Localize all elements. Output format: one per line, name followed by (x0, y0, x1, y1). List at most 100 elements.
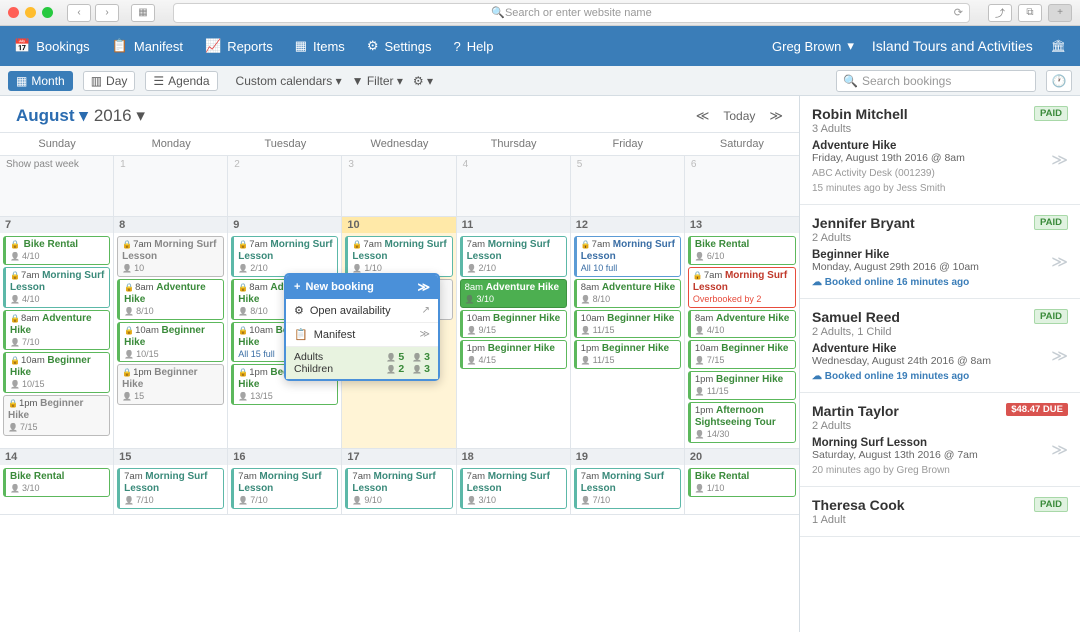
event[interactable]: 🔒7am Morning Surf Lesson2/10 (231, 236, 338, 277)
event[interactable]: 10am Beginner Hike9/15 (460, 310, 567, 339)
event[interactable]: Bike Rental6/10 (688, 236, 796, 265)
event[interactable]: 🔒10am Beginner Hike10/15 (117, 322, 224, 363)
calendar-cell[interactable]: 197am Morning Surf Lesson7/10 (571, 449, 685, 514)
share-button[interactable]: ⤴ (988, 4, 1012, 22)
day-number: 16 (228, 449, 341, 465)
booking-card[interactable]: Theresa Cook1 AdultPAID (800, 487, 1080, 537)
event[interactable]: 8am Adventure Hike8/10 (574, 279, 681, 308)
nav-bookings[interactable]: 📅Bookings (14, 38, 90, 54)
event[interactable]: 🔒7am Morning Surf LessonAll 10 full (574, 236, 681, 277)
new-tab-button[interactable]: + (1048, 4, 1072, 22)
event[interactable]: 🔒7am Morning Surf Lesson10 (117, 236, 224, 277)
event[interactable]: 🔒7am Morning Surf Lesson1/10 (345, 236, 452, 277)
custom-calendars[interactable]: Custom calendars ▾ (236, 74, 342, 88)
filter-menu[interactable]: ▼ Filter ▾ (352, 74, 403, 88)
weekday-label: Thursday (457, 133, 571, 155)
event[interactable]: 8am Adventure Hike4/10 (688, 310, 796, 339)
lock-icon: 🔒 (238, 326, 248, 335)
recent-button[interactable]: 🕐 (1046, 70, 1072, 92)
help-icon: ? (453, 39, 460, 54)
zoom-dot[interactable] (42, 7, 53, 18)
booking-card[interactable]: Jennifer Bryant2 AdultsPAIDBeginner Hike… (800, 205, 1080, 299)
nav-help[interactable]: ?Help (453, 39, 493, 54)
mac-titlebar: ‹ › ▦ 🔍 Search or enter website name ⟳ ⤴… (0, 0, 1080, 26)
booking-card[interactable]: Martin Taylor2 Adults$48.47 DUEMorning S… (800, 393, 1080, 487)
gear-menu[interactable]: ⚙ ▾ (413, 74, 433, 88)
day-number: 8 (114, 217, 227, 233)
event[interactable]: 🔒 Bike Rental4/10 (3, 236, 110, 265)
calendar-cell[interactable]: 12🔒7am Morning Surf LessonAll 10 full8am… (571, 217, 685, 448)
today-button[interactable]: Today (723, 109, 755, 123)
event[interactable]: 8am Adventure Hike3/10 (460, 279, 567, 308)
event[interactable]: 10am Beginner Hike11/15 (574, 310, 681, 339)
view-month[interactable]: ▦ Month (8, 71, 73, 91)
chevron-right-icon: ≫ (1051, 346, 1068, 366)
minimize-dot[interactable] (25, 7, 36, 18)
calendar-cell[interactable]: 117am Morning Surf Lesson2/108am Adventu… (457, 217, 571, 448)
calendar-cell[interactable]: 17 7am Morning Surf Lesson9/10 (342, 449, 456, 514)
event[interactable]: 1pm Beginner Hike11/15 (574, 340, 681, 369)
event[interactable]: 🔒7am Morning Surf LessonOverbooked by 2 (688, 267, 796, 308)
sidebar-toggle[interactable]: ▦ (131, 4, 155, 22)
nav-items[interactable]: ▦Items (295, 38, 345, 54)
booking-name: Robin Mitchell (812, 106, 1068, 122)
event[interactable]: 1pm Beginner Hike11/15 (688, 371, 796, 400)
calendar-cell[interactable]: 13Bike Rental6/10🔒7am Morning Surf Lesso… (685, 217, 799, 448)
calendar-cell[interactable]: 14Bike Rental3/10 (0, 449, 114, 514)
calendar-cell[interactable]: 8 🔒7am Morning Surf Lesson10🔒8am Adventur… (114, 217, 228, 448)
view-agenda[interactable]: ☰ Agenda (145, 71, 217, 91)
forward-button[interactable]: › (95, 4, 119, 22)
next-period[interactable]: ≫ (769, 108, 783, 124)
event[interactable]: 7am Morning Surf Lesson3/10 (460, 468, 567, 509)
url-bar[interactable]: 🔍 Search or enter website name ⟳ (173, 3, 970, 23)
calendar-cell[interactable]: 16 7am Morning Surf Lesson7/10 (228, 449, 342, 514)
event[interactable]: 7am Morning Surf Lesson7/10 (231, 468, 338, 509)
calendar-cell[interactable]: 20 Bike Rental1/10 (685, 449, 799, 514)
open-availability[interactable]: ⚙ Open availability↗ (286, 299, 438, 323)
search-bookings[interactable]: 🔍 Search bookings (836, 70, 1036, 92)
day-number: 17 (342, 449, 455, 465)
past-week-row[interactable]: Show past week 123456 (0, 156, 799, 217)
calendar-cell[interactable]: 157am Morning Surf Lesson7/10 (114, 449, 228, 514)
popup-manifest[interactable]: 📋 Manifest≫ (286, 323, 438, 347)
event[interactable]: 7am Morning Surf Lesson7/10 (117, 468, 224, 509)
event[interactable]: 1pm Beginner Hike4/15 (460, 340, 567, 369)
event[interactable]: 🔒1pm Beginner Hike7/15 (3, 395, 110, 436)
event[interactable]: 🔒7am Morning Surf Lesson4/10 (3, 267, 110, 308)
event[interactable]: Bike Rental1/10 (688, 468, 796, 497)
event[interactable]: 🔒8am Adventure Hike8/10 (117, 279, 224, 320)
prev-period[interactable]: ≪ (696, 108, 710, 124)
nav-settings[interactable]: ⚙Settings (367, 38, 432, 54)
event[interactable]: 🔒10am Beginner Hike10/15 (3, 352, 110, 393)
event[interactable]: 7am Morning Surf Lesson9/10 (345, 468, 452, 509)
back-button[interactable]: ‹ (67, 4, 91, 22)
event[interactable]: 10am Beginner Hike7/15 (688, 340, 796, 369)
year-picker[interactable]: 2016 ▾ (94, 106, 145, 126)
calendar-cell[interactable]: 187am Morning Surf Lesson3/10 (457, 449, 571, 514)
user-menu[interactable]: Greg Brown ▾ (772, 38, 854, 54)
event[interactable]: 1pm Afternoon Sightseeing Tour14/30 (688, 402, 796, 443)
nav-manifest[interactable]: 📋Manifest (112, 38, 183, 54)
close-dot[interactable] (8, 7, 19, 18)
status-badge: $48.47 DUE (1006, 403, 1068, 416)
month-picker[interactable]: August ▾ (16, 106, 88, 126)
booking-card[interactable]: Robin Mitchell3 AdultsPAIDAdventure Hike… (800, 96, 1080, 205)
day-number: 10 (342, 217, 455, 233)
lock-icon: 🔒 (8, 399, 18, 408)
booking-card[interactable]: Samuel Reed2 Adults, 1 ChildPAIDAdventur… (800, 299, 1080, 393)
chart-icon: 📈 (205, 38, 221, 54)
day-number: 20 (685, 449, 799, 465)
view-day[interactable]: ▥ Day (83, 71, 136, 91)
reload-icon[interactable]: ⟳ (954, 6, 963, 19)
new-booking-button[interactable]: + New booking≫ (286, 275, 438, 299)
nav-reports[interactable]: 📈Reports (205, 38, 273, 54)
gear-icon: ⚙ (367, 38, 379, 54)
event[interactable]: 7am Morning Surf Lesson7/10 (574, 468, 681, 509)
event[interactable]: 7am Morning Surf Lesson2/10 (460, 236, 567, 277)
event[interactable]: Bike Rental3/10 (3, 468, 110, 497)
lock-icon: 🔒 (10, 314, 20, 323)
event[interactable]: 🔒1pm Beginner Hike15 (117, 364, 224, 405)
calendar-cell[interactable]: 7🔒 Bike Rental4/10🔒7am Morning Surf Less… (0, 217, 114, 448)
tabs-button[interactable]: ⧉ (1018, 4, 1042, 22)
event[interactable]: 🔒8am Adventure Hike7/10 (3, 310, 110, 351)
